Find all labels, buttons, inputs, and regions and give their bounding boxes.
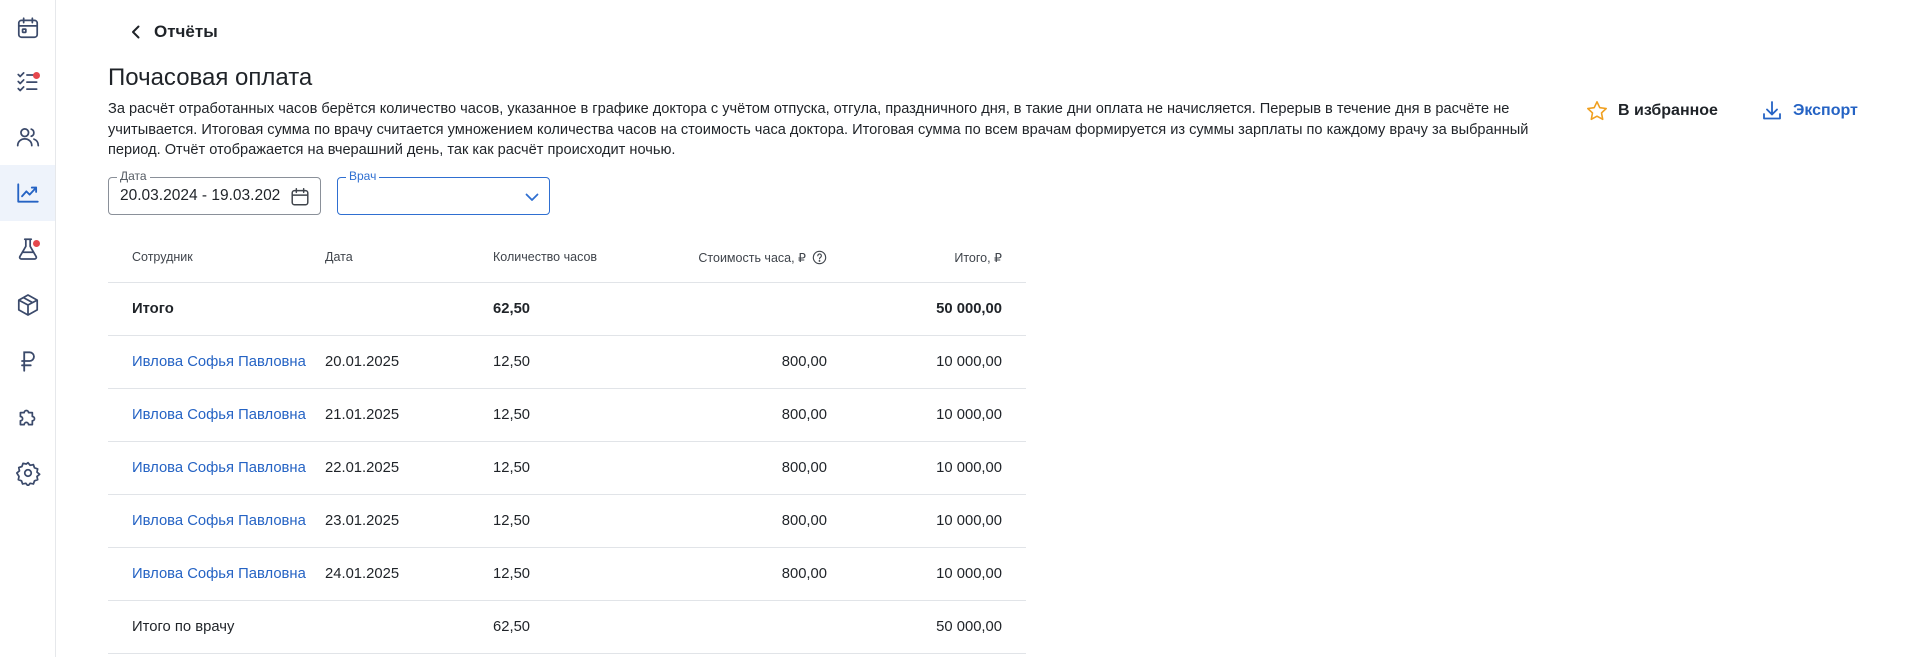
row-rate: 800,00 (643, 547, 827, 601)
box-icon (17, 294, 38, 316)
column-header-rate-label: Стоимость часа, ₽ (698, 250, 806, 265)
back-link-label: Отчёты (154, 22, 218, 41)
row-rate: 800,00 (643, 335, 827, 389)
sidebar-item-lab[interactable] (0, 221, 55, 277)
chevron-down-icon (525, 193, 539, 201)
sidebar-item-settings[interactable] (0, 445, 55, 501)
table-header-row: Сотрудник Дата Количество часов Стоимост… (108, 232, 1026, 283)
row-sum: 10 000,00 (827, 441, 1026, 495)
total-hours: 62,50 (493, 282, 643, 336)
doctor-total-label: Итого по врачу (108, 600, 325, 654)
row-hours: 12,50 (493, 547, 643, 601)
total-sum: 50 000,00 (827, 282, 1026, 336)
column-header-hours: Количество часов (493, 232, 643, 283)
employee-link[interactable]: Ивлова Софья Павловна (132, 354, 306, 370)
download-icon (1763, 101, 1781, 120)
notification-badge (33, 72, 40, 79)
table-row: Ивлова Софья Павловна 23.01.2025 12,50 8… (108, 494, 1026, 548)
doctor-select-label: Врач (346, 169, 380, 183)
row-rate: 800,00 (643, 494, 827, 548)
row-hours: 12,50 (493, 335, 643, 389)
table-row: Ивлова Софья Павловна 22.01.2025 12,50 8… (108, 441, 1026, 495)
table-row: Ивлова Софья Павловна 20.01.2025 12,50 8… (108, 335, 1026, 389)
row-sum: 10 000,00 (827, 388, 1026, 442)
hourly-pay-table: Сотрудник Дата Количество часов Стоимост… (108, 232, 1026, 654)
employee-link[interactable]: Ивлова Софья Павловна (132, 513, 306, 529)
export-button[interactable]: Экспорт (1760, 99, 1858, 123)
export-label: Экспорт (1792, 102, 1858, 119)
table-total-row: Итого 62,50 50 000,00 (108, 282, 1026, 336)
employee-link[interactable]: Ивлова Софья Павловна (132, 566, 306, 582)
row-date: 23.01.2025 (325, 494, 493, 548)
doctor-total-sum: 50 000,00 (827, 600, 1026, 654)
add-to-favorites-button[interactable]: В избранное (1585, 99, 1718, 123)
notification-badge (33, 240, 40, 247)
star-icon (1587, 101, 1607, 121)
date-range-label: Дата (117, 169, 150, 183)
row-sum: 10 000,00 (827, 494, 1026, 548)
sidebar-item-tasks[interactable] (0, 53, 55, 109)
sidebar (0, 0, 56, 657)
sidebar-item-users[interactable] (0, 109, 55, 165)
row-date: 21.01.2025 (325, 388, 493, 442)
sidebar-item-warehouse[interactable] (0, 277, 55, 333)
row-rate: 800,00 (643, 388, 827, 442)
header-actions: В избранное Экспорт (1585, 99, 1858, 123)
report-description: За расчёт отработанных часов берётся кол… (108, 101, 1529, 158)
row-hours: 12,50 (493, 494, 643, 548)
chart-icon (16, 183, 39, 203)
total-date (325, 282, 493, 336)
table-row: Ивлова Софья Павловна 24.01.2025 12,50 8… (108, 547, 1026, 601)
add-to-favorites-label: В избранное (1618, 102, 1718, 119)
date-range-field[interactable]: Дата 20.03.2024 - 19.03.2025 (108, 169, 321, 215)
ruble-icon (20, 351, 35, 372)
puzzle-icon (19, 409, 35, 426)
help-icon[interactable] (812, 250, 827, 265)
doctor-select[interactable]: Врач (337, 169, 550, 215)
chevron-left-icon (132, 25, 140, 39)
back-link[interactable]: Отчёты (128, 22, 218, 42)
total-rate (643, 282, 827, 336)
row-sum: 10 000,00 (827, 547, 1026, 601)
calendar-icon[interactable] (289, 186, 311, 208)
row-date: 22.01.2025 (325, 441, 493, 495)
sidebar-item-integrations[interactable] (0, 389, 55, 445)
employee-link[interactable]: Ивлова Софья Павловна (132, 460, 306, 476)
row-rate: 800,00 (643, 441, 827, 495)
users-icon (16, 128, 39, 147)
page-title: Почасовая оплата (108, 64, 313, 91)
row-date: 20.01.2025 (325, 335, 493, 389)
row-hours: 12,50 (493, 441, 643, 495)
gear-icon (15, 461, 40, 486)
doctor-total-row: Итого по врачу 62,50 50 000,00 (108, 600, 1026, 654)
calendar-icon (17, 17, 38, 39)
date-range-value: 20.03.2024 - 19.03.2025 (120, 187, 280, 204)
column-header-date: Дата (325, 232, 493, 283)
column-header-sum: Итого, ₽ (827, 232, 1026, 283)
column-header-employee: Сотрудник (108, 232, 325, 283)
sidebar-item-reports[interactable] (0, 165, 55, 221)
sidebar-item-finance[interactable] (0, 333, 55, 389)
row-hours: 12,50 (493, 388, 643, 442)
column-header-rate: Стоимость часа, ₽ (643, 232, 827, 283)
row-sum: 10 000,00 (827, 335, 1026, 389)
doctor-total-hours: 62,50 (493, 600, 643, 654)
row-date: 24.01.2025 (325, 547, 493, 601)
sidebar-item-calendar[interactable] (0, 0, 55, 56)
table-row: Ивлова Софья Павловна 21.01.2025 12,50 8… (108, 388, 1026, 442)
total-label: Итого (108, 282, 325, 336)
employee-link[interactable]: Ивлова Софья Павловна (132, 407, 306, 423)
